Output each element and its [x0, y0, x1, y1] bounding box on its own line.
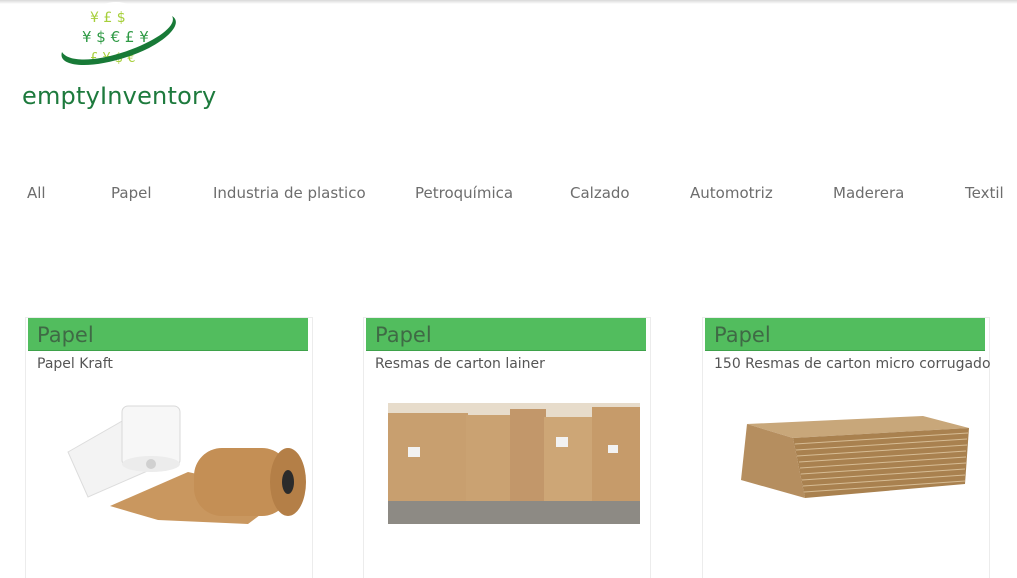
product-card[interactable]: Papel Papel Kraft: [25, 317, 313, 578]
nav-item-textil[interactable]: Textil: [965, 184, 1004, 202]
corrugated-sheet-stack-image[interactable]: [733, 414, 973, 506]
site-logo[interactable]: ¥ £ $ ¥ $ € £ ¥ £ ¥ $ € emptyInventory: [20, 0, 220, 118]
nav-item-maderera[interactable]: Maderera: [833, 184, 904, 202]
product-title[interactable]: Papel Kraft: [37, 356, 113, 372]
svg-text:¥ $ € £ ¥: ¥ $ € £ ¥: [82, 28, 149, 46]
product-category-bar[interactable]: Papel: [28, 318, 308, 351]
product-title[interactable]: Resmas de carton lainer: [375, 356, 545, 372]
cardboard-rolls-warehouse-image[interactable]: [388, 403, 640, 524]
nav-item-petroquimica[interactable]: Petroquímica: [415, 184, 513, 202]
nav-item-industria-de-plastico[interactable]: Industria de plastico: [213, 184, 366, 202]
category-nav: All Papel Industria de plastico Petroquí…: [0, 184, 1017, 206]
nav-item-papel[interactable]: Papel: [111, 184, 151, 202]
product-title[interactable]: 150 Resmas de carton micro corrugado: [714, 356, 991, 372]
logo-wordmark: emptyInventory: [22, 82, 217, 110]
product-category-bar[interactable]: Papel: [705, 318, 985, 351]
product-category-bar[interactable]: Papel: [366, 318, 646, 351]
nav-item-automotriz[interactable]: Automotriz: [690, 184, 773, 202]
product-card[interactable]: Papel 150 Resmas de carton micro corruga…: [702, 317, 991, 578]
product-card[interactable]: Papel Resmas de carton lainer: [363, 317, 651, 578]
globe-currency-icon: ¥ £ $ ¥ $ € £ ¥ £ ¥ $ €: [61, 2, 176, 74]
svg-text:¥ £ $: ¥ £ $: [90, 10, 126, 26]
nav-item-calzado[interactable]: Calzado: [570, 184, 630, 202]
paper-rolls-image[interactable]: [48, 402, 310, 526]
nav-item-all[interactable]: All: [27, 184, 46, 202]
